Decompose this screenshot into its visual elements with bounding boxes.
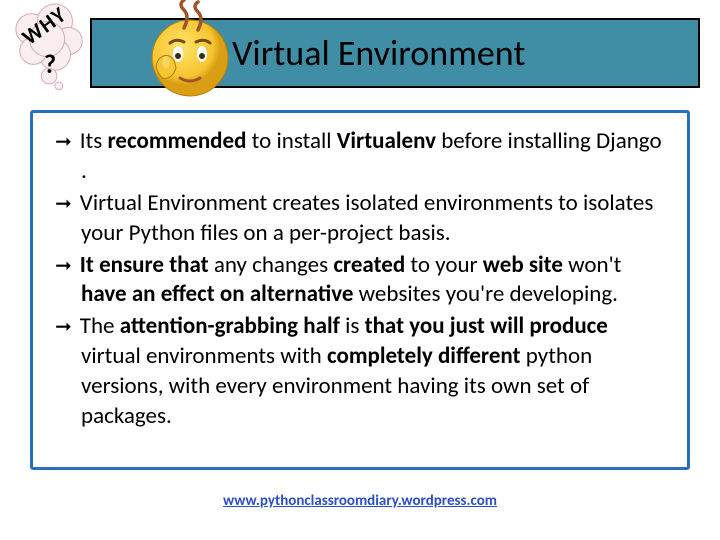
bullet-item: Virtual Environment creates isolated env…: [55, 189, 669, 249]
page-title: Virtual Environment: [232, 31, 525, 75]
bullet-text-run: to install: [246, 127, 336, 155]
bullet-text-run: The: [80, 312, 120, 340]
bullet-text-run: virtual environments with: [81, 342, 327, 370]
bullet-item: It ensure that any changes created to yo…: [55, 251, 669, 311]
bullet-text-run: websites you're developing.: [353, 280, 618, 308]
bullet-text-run: any changes: [209, 251, 334, 279]
bullet-text-run: to your: [405, 251, 483, 279]
bullet-text-run: have an effect on alternative: [81, 280, 353, 308]
content-panel: Its recommended to install Virtualenv be…: [30, 110, 690, 470]
thinking-face-icon: [140, 0, 240, 100]
bullet-item: Its recommended to install Virtualenv be…: [55, 127, 669, 187]
bullet-text-run: Its: [80, 127, 108, 155]
bullet-text-run: It ensure that: [80, 251, 209, 279]
bullet-text-run: attention-grabbing half: [120, 312, 340, 340]
source-url[interactable]: www.pythonclassroomdiary.wordpress.com: [223, 492, 497, 510]
bullet-text-run: recommended: [107, 127, 246, 155]
footer-link: www.pythonclassroomdiary.wordpress.com: [0, 492, 720, 510]
bullet-text-run: created: [333, 251, 405, 279]
bullet-text-run: that you just will produce: [365, 312, 608, 340]
bullet-text-run: Virtualenv: [337, 127, 436, 155]
bullet-text-run: completely different: [327, 342, 521, 370]
bullet-text-run: web site: [483, 251, 563, 279]
bullet-text-run: Virtual Environment creates isolated env…: [80, 189, 654, 247]
bullet-text-run: is: [340, 312, 365, 340]
question-mark: ?: [44, 48, 56, 80]
bullet-item: The attention-grabbing half is that you …: [55, 312, 669, 432]
bullet-text-run: won't: [563, 251, 621, 279]
why-callout: WHY ?: [12, 2, 90, 92]
